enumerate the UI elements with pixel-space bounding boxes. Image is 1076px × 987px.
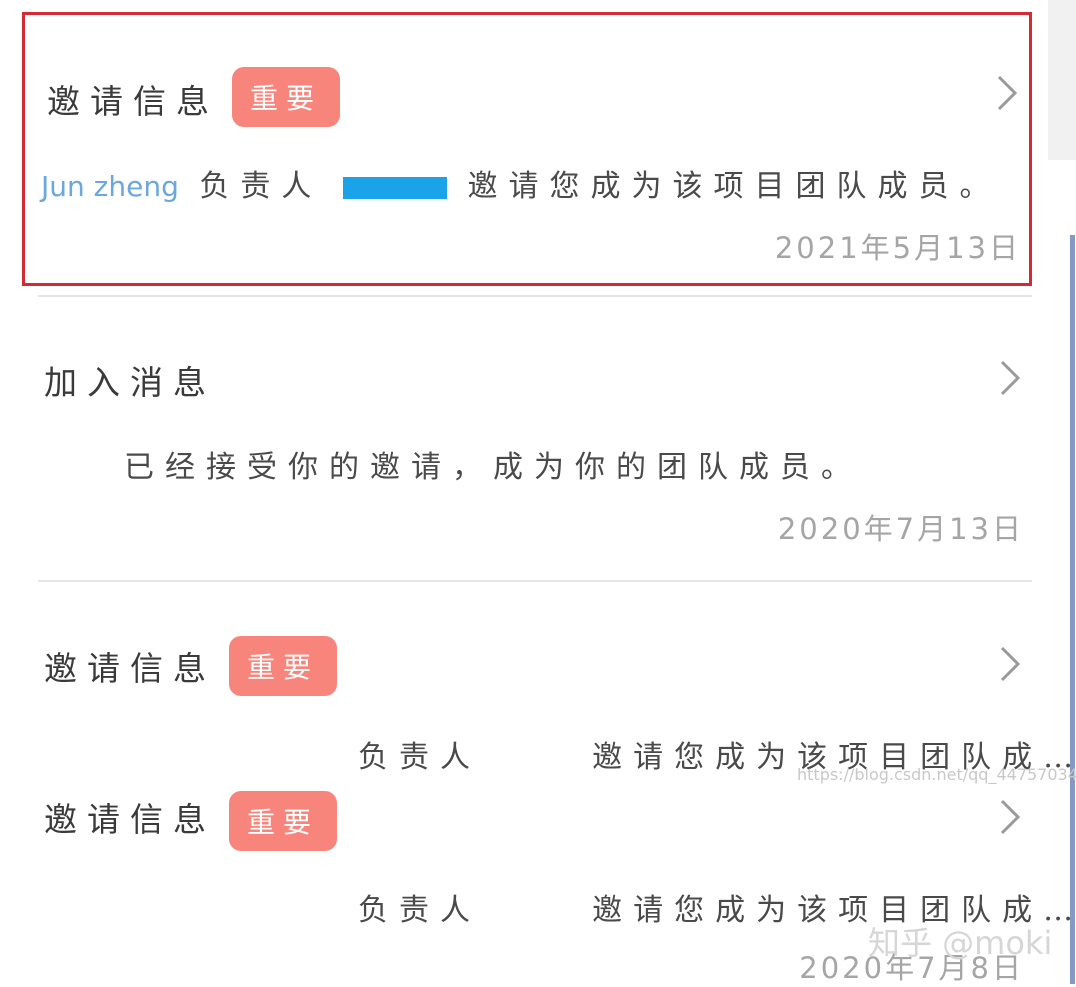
zhihu-watermark: 知乎 @moki	[868, 924, 1053, 962]
owner-label: 负责人	[199, 169, 323, 204]
redacted-owner-name	[342, 177, 447, 199]
divider	[38, 580, 1032, 582]
important-badge: 重要	[229, 791, 337, 851]
message-title: 邀请信息	[44, 649, 216, 688]
message-date: 2021年5月13日	[774, 231, 1021, 265]
message-title: 邀请信息	[47, 82, 219, 121]
message-body: Jun zheng 负责人 邀请您成为该项目团队成员。	[41, 161, 1000, 205]
message-date: 2020年7月13日	[777, 512, 1024, 546]
message-card-join[interactable]: 加入消息 已经接受你的邀请，成为你的团队成员。 2020年7月13日	[22, 300, 1032, 578]
chevron-right-icon[interactable]	[998, 644, 1022, 684]
message-title: 加入消息	[44, 363, 216, 402]
divider	[38, 295, 1032, 297]
chevron-right-icon[interactable]	[998, 797, 1022, 837]
scrollbar-thumb[interactable]	[1070, 235, 1075, 984]
chevron-right-icon[interactable]	[998, 358, 1022, 398]
message-card-invite[interactable]: 邀请信息 重要 负责人 邀请您成为该项目团队成…	[22, 590, 1073, 775]
message-title: 邀请信息	[44, 800, 216, 839]
chevron-right-icon[interactable]	[995, 73, 1019, 113]
message-body: 已经接受你的邀请，成为你的团队成员。	[124, 450, 862, 485]
invite-text: 邀请您成为该项目团队成员。	[467, 169, 1001, 204]
owner-label: 负责人	[358, 893, 481, 928]
scrollbar-track	[1048, 0, 1076, 160]
message-card-invite-highlighted[interactable]: 邀请信息 重要 Jun zheng 负责人 邀请您成为该项目团队成员。 2021…	[22, 12, 1032, 286]
important-badge: 重要	[229, 636, 337, 696]
redacted-project-name: Jun zheng	[41, 170, 179, 203]
important-badge: 重要	[232, 67, 340, 127]
